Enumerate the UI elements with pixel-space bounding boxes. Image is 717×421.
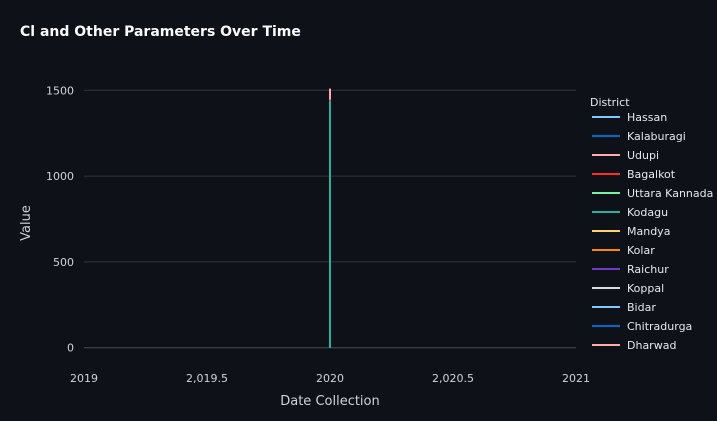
legend-item-kolar[interactable]: Kolar <box>627 244 655 257</box>
legend-title: District <box>590 96 630 109</box>
legend-item-koppal[interactable]: Koppal <box>627 282 664 295</box>
legend-item-bagalkot[interactable]: Bagalkot <box>627 168 676 181</box>
axis-layer: 0 500 1000 1500 2019 2,019.5 2020 2,020.5 2021 <box>46 84 590 385</box>
legend-item-kodagu[interactable]: Kodagu <box>627 206 668 219</box>
legend-item-mandya[interactable]: Mandya <box>627 225 670 238</box>
legend-item-udupi[interactable]: Udupi <box>627 149 659 162</box>
legend-item-dharwad[interactable]: Dharwad <box>627 339 676 352</box>
y-tick-label: 1000 <box>46 170 74 183</box>
x-tick-label: 2020 <box>316 372 344 385</box>
y-tick-label: 0 <box>67 342 74 355</box>
y-tick-label: 1500 <box>46 84 74 97</box>
legend-item-uttara-kannada[interactable]: Uttara Kannada <box>627 187 713 200</box>
x-tick-label: 2021 <box>562 372 590 385</box>
x-tick-label: 2019 <box>70 372 98 385</box>
legend[interactable]: District Hassan Kalaburagi Udupi Bagalkot Ut… <box>590 96 713 352</box>
y-tick-label: 500 <box>53 256 74 269</box>
legend-item-hassan[interactable]: Hassan <box>627 111 667 124</box>
legend-item-kalaburagi[interactable]: Kalaburagi <box>627 130 686 143</box>
y-axis-title: Value <box>19 205 34 241</box>
line-chart: 0 500 1000 1500 2019 2,019.5 2020 2,020.5 2021 D… <box>19 84 713 409</box>
legend-item-chitradurga[interactable]: Chitradurga <box>627 320 692 333</box>
legend-item-bidar[interactable]: Bidar <box>627 301 656 314</box>
legend-item-raichur[interactable]: Raichur <box>627 263 669 276</box>
x-tick-label: 2,019.5 <box>186 372 228 385</box>
x-tick-label: 2,020.5 <box>432 372 474 385</box>
x-axis-title: Date Collection <box>280 394 380 409</box>
